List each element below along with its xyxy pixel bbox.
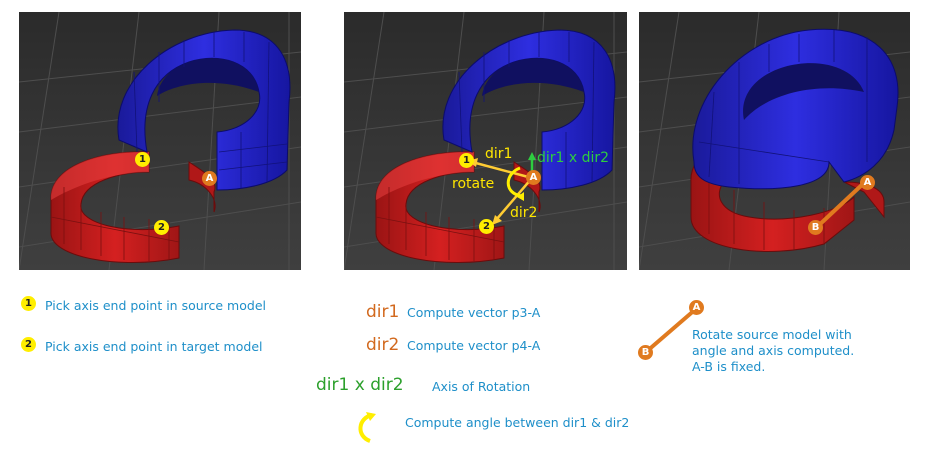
marker-point-a: A (860, 175, 875, 190)
marker-point-1: 1 (135, 152, 150, 167)
legend-step2-text: Pick axis end point in target model (45, 339, 263, 354)
legend-rotate-line2: angle and axis computed. (692, 343, 855, 358)
marker-point-a: A (202, 171, 217, 186)
legend-marker-a: A (689, 300, 704, 315)
label-rotate: rotate (452, 176, 495, 192)
label-dir1: dir1 (485, 146, 513, 162)
legend-badge-1: 1 (21, 296, 36, 311)
legend-axis-text: Axis of Rotation (432, 379, 531, 394)
legend-step1-text: Pick axis end point in source model (45, 298, 266, 313)
legend-marker-b: B (638, 345, 653, 360)
legend-axis-term: dir1 x dir2 (316, 375, 404, 395)
marker-point-1: 1 (459, 153, 474, 168)
viewport-panel-2: 1 2 A dir1 dir1 x dir2 rotate dir2 (344, 12, 627, 270)
legend-dir1-term: dir1 (366, 302, 400, 322)
legend-rotate-line3: A-B is fixed. (692, 359, 766, 374)
legend-dir1-text: Compute vector p3-A (407, 305, 541, 320)
legend-dir2-text: Compute vector p4-A (407, 338, 541, 353)
label-dir2: dir2 (510, 205, 538, 221)
label-cross: dir1 x dir2 (537, 150, 610, 166)
legend-angle-text: Compute angle between dir1 & dir2 (405, 415, 630, 430)
marker-point-a: A (526, 170, 541, 185)
marker-point-b: B (808, 220, 823, 235)
marker-point-2: 2 (479, 219, 494, 234)
legend-rotate-line1: Rotate source model with (692, 327, 852, 342)
viewport-panel-3: A B (639, 12, 910, 270)
legend-dir2-term: dir2 (366, 335, 400, 355)
viewport-panel-1: 1 2 A (19, 12, 301, 270)
viewport-3-canvas (639, 12, 910, 270)
rotation-arc-icon (358, 412, 376, 443)
legend-badge-2: 2 (21, 337, 36, 352)
marker-point-2: 2 (154, 220, 169, 235)
